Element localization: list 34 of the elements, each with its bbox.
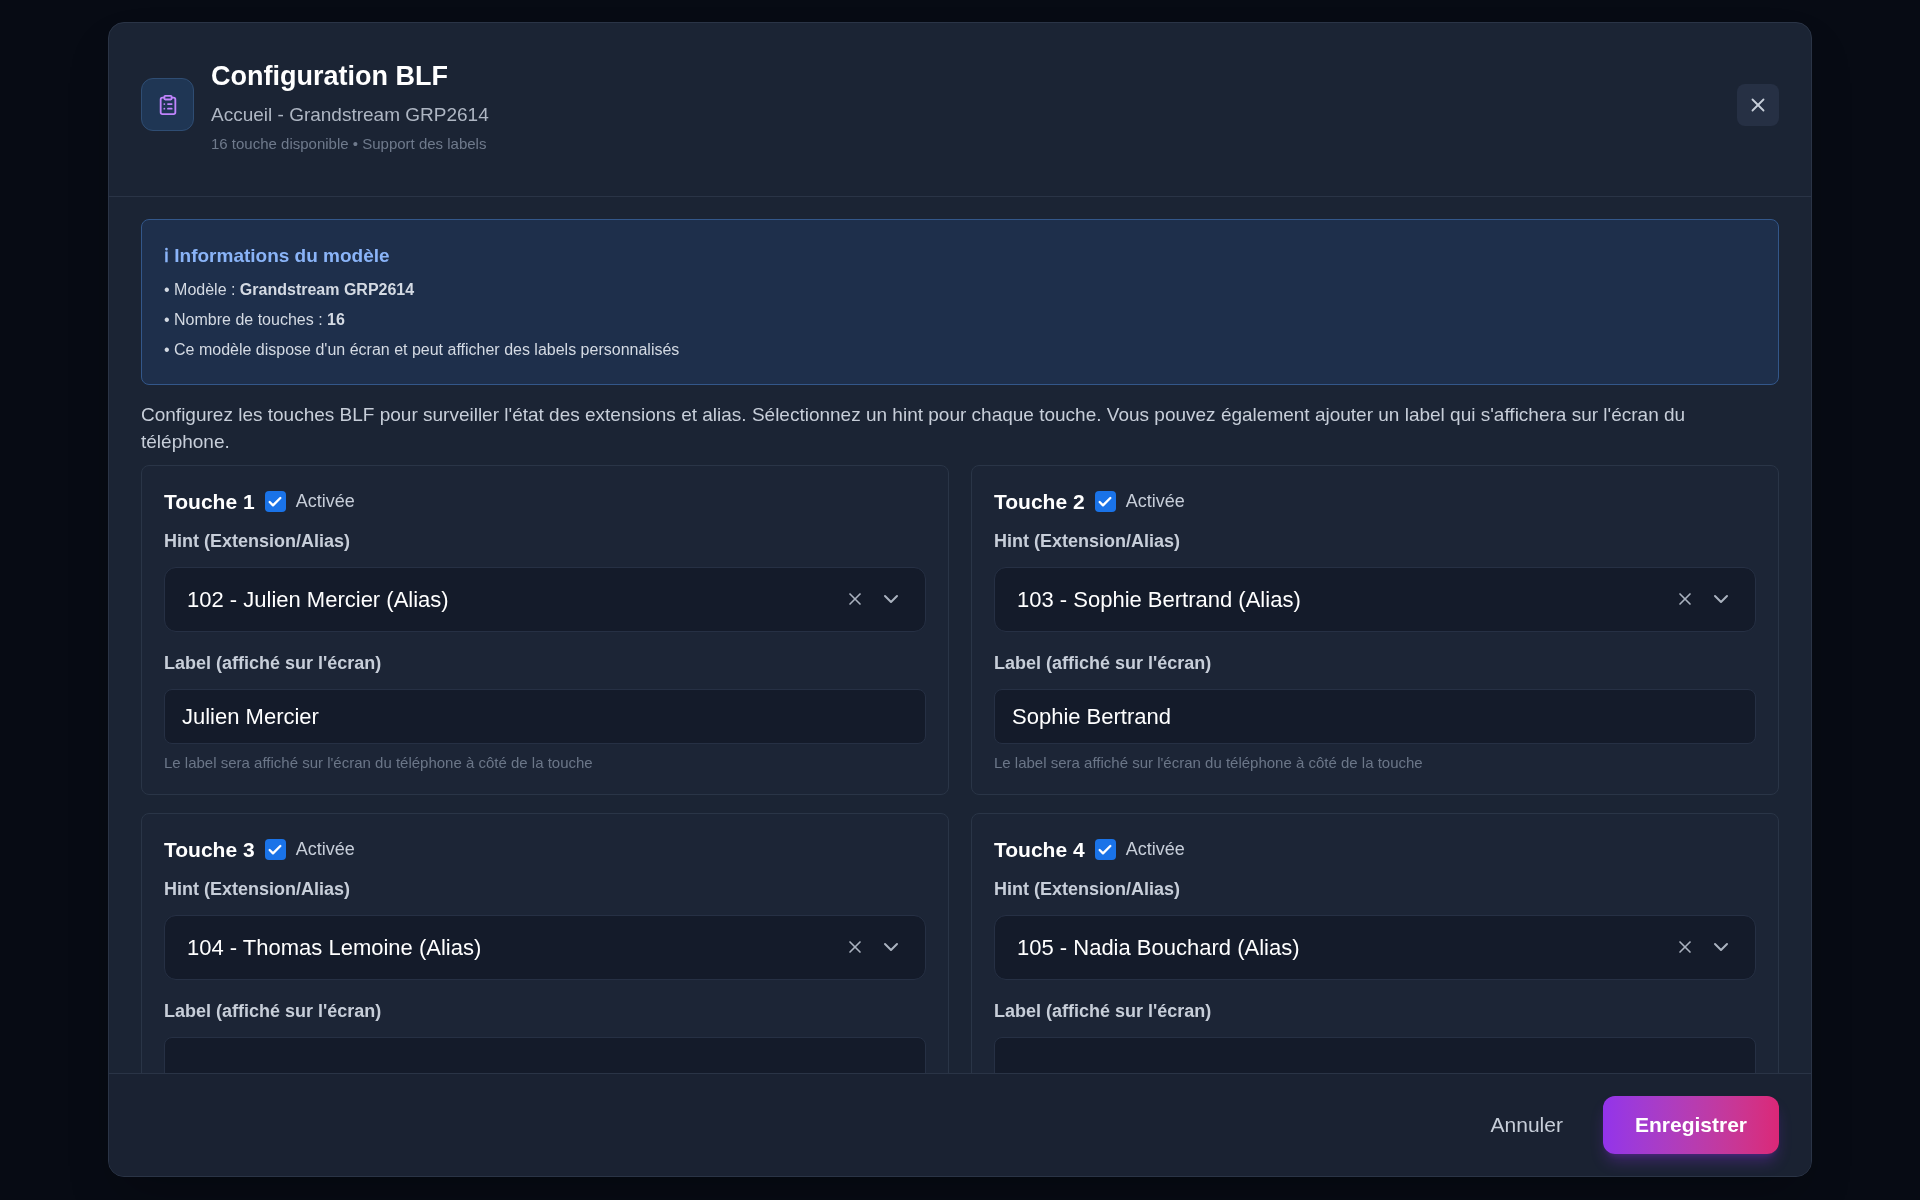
info-line: • Nombre de touches : 16 bbox=[164, 310, 346, 330]
help-text: Le label sera affiché sur l'écran du téléphone à côté de la touche bbox=[164, 752, 594, 773]
field-label: Label (affiché sur l'écran) bbox=[164, 651, 383, 675]
field-label: Hint (Extension/Alias) bbox=[994, 877, 1182, 901]
info-line: • Ce modèle dispose d'un écran et peut afficher des labels personnalisés bbox=[164, 340, 681, 360]
hint-select[interactable]: 102 - Julien Mercier (Alias) bbox=[164, 566, 926, 632]
enabled-label: Activée bbox=[1125, 490, 1185, 514]
key-title: Touche 2 bbox=[994, 489, 1085, 515]
field-label: Hint (Extension/Alias) bbox=[994, 529, 1182, 553]
hint-select[interactable]: 103 - Sophie Bertrand (Alias) bbox=[994, 566, 1756, 632]
dialog-subtitle: Accueil - Grandstream GRP2614 bbox=[211, 102, 489, 127]
field-label: Label (affiché sur l'écran) bbox=[164, 999, 383, 1023]
info-title: ℹ Informations du modèle bbox=[164, 243, 391, 268]
dialog-meta: 16 touche disponible • Support des labels bbox=[211, 134, 488, 154]
save-button[interactable]: Enregistrer bbox=[1602, 1096, 1779, 1154]
key-title: Touche 3 bbox=[164, 837, 255, 863]
label-input[interactable]: Julien Mercier bbox=[164, 688, 926, 744]
cancel-button[interactable]: Annuler bbox=[1474, 1099, 1579, 1151]
key-title: Touche 1 bbox=[164, 489, 255, 515]
field-label: Label (affiché sur l'écran) bbox=[994, 999, 1213, 1023]
key-title: Touche 4 bbox=[994, 837, 1085, 863]
enabled-label: Activée bbox=[295, 838, 355, 862]
field-label: Label (affiché sur l'écran) bbox=[994, 651, 1213, 675]
label-input[interactable]: Sophie Bertrand bbox=[994, 688, 1756, 744]
field-label: Hint (Extension/Alias) bbox=[164, 877, 352, 901]
enabled-label: Activée bbox=[295, 490, 355, 514]
hint-select[interactable]: 105 - Nadia Bouchard (Alias) bbox=[994, 914, 1756, 980]
info-line: • Modèle : Grandstream GRP2614 bbox=[164, 280, 416, 300]
dialog-title: Configuration BLF bbox=[211, 60, 449, 93]
help-text: Le label sera affiché sur l'écran du téléphone à côté de la touche bbox=[994, 752, 1424, 773]
description-text: Configurez les touches BLF pour surveiller l'état des extensions et alias. Sélectionnez un hint pour chaque touche. Vous pouvez également ajouter un label qui s'affichera sur l'écran du téléphone. bbox=[141, 403, 1687, 454]
hint-select[interactable]: 104 - Thomas Lemoine (Alias) bbox=[164, 914, 926, 980]
field-label: Hint (Extension/Alias) bbox=[164, 529, 352, 553]
enabled-label: Activée bbox=[1125, 838, 1185, 862]
